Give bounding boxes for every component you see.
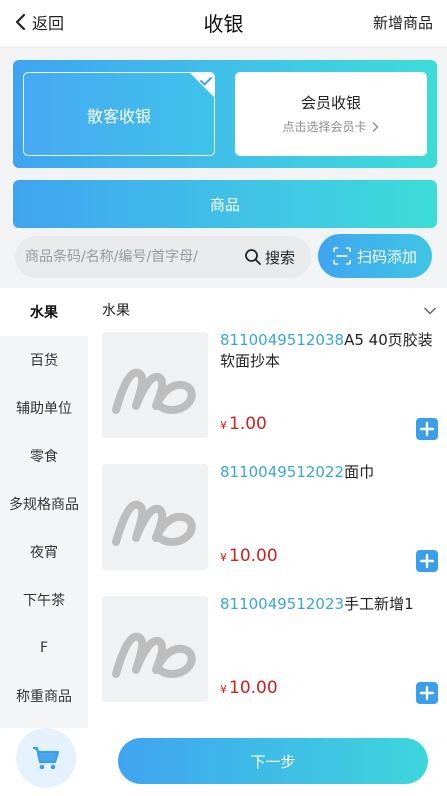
product-item[interactable]: 8110049512023手工新增1 ¥10.00 [100, 592, 440, 712]
product-item[interactable]: 8110049512022面巾 ¥10.00 [100, 460, 440, 580]
search-icon [245, 249, 261, 265]
category-item-afternoon-tea[interactable]: 下午茶 [0, 576, 88, 624]
category-title: 水果 [102, 303, 130, 319]
member-checkout-label: 会员收银 [300, 94, 361, 112]
category-item-general[interactable]: 百货 [0, 336, 88, 384]
scan-icon [333, 247, 351, 265]
chevron-left-icon [15, 13, 26, 31]
product-title: 手工新增1 [344, 595, 414, 613]
plus-icon [419, 553, 435, 569]
product-name: 8110049512038A5 40页胶装软面抄本 [220, 330, 434, 372]
category-item-snacks[interactable]: 零食 [0, 432, 88, 480]
add-to-cart-button[interactable] [416, 418, 438, 440]
scan-add-label: 扫码添加 [356, 247, 417, 266]
next-step-label: 下一步 [250, 752, 296, 771]
currency-symbol: ¥ [220, 683, 227, 696]
product-thumbnail [102, 332, 208, 438]
product-thumbnail [102, 464, 208, 570]
guest-checkout-card[interactable]: 散客收银 [23, 72, 215, 156]
search-input[interactable] [25, 249, 240, 265]
product-price: ¥10.00 [220, 546, 278, 566]
search-button-label: 搜索 [265, 248, 296, 267]
member-card-hint-text: 点击选择会员卡 [282, 120, 367, 134]
product-title: 面巾 [344, 463, 375, 481]
shopping-cart-icon [33, 746, 60, 770]
product-name: 8110049512022面巾 [220, 462, 434, 483]
category-item-f[interactable]: F [0, 624, 88, 672]
category-sidebar: 水果 百货 辅助单位 零食 多规格商品 夜宵 下午茶 F 称重商品 [0, 288, 88, 728]
next-step-button[interactable]: 下一步 [118, 738, 428, 784]
product-name: 8110049512023手工新增1 [220, 594, 434, 615]
scan-add-button[interactable]: 扫码添加 [318, 234, 432, 278]
product-price: ¥10.00 [220, 678, 278, 698]
price-value: 10.00 [229, 546, 278, 566]
category-item-weighed[interactable]: 称重商品 [0, 672, 88, 720]
currency-symbol: ¥ [220, 419, 227, 432]
product-code: 8110049512022 [220, 463, 345, 481]
checkout-mode-panel: 散客收银 会员收银 点击选择会员卡 [13, 60, 437, 168]
price-value: 10.00 [229, 678, 278, 698]
cart-button[interactable] [16, 728, 76, 788]
currency-symbol: ¥ [220, 551, 227, 564]
add-goods-button[interactable]: 新增商品 [373, 12, 433, 33]
goods-tab-label: 商品 [209, 195, 240, 214]
goods-tab-bar[interactable]: 商品 [13, 180, 437, 228]
search-button[interactable]: 搜索 [244, 247, 295, 268]
category-item-late-night[interactable]: 夜宵 [0, 528, 88, 576]
search-box: 搜索 [15, 236, 311, 278]
member-checkout-card[interactable]: 会员收银 点击选择会员卡 [235, 72, 427, 156]
add-to-cart-button[interactable] [416, 550, 438, 572]
add-to-cart-button[interactable] [416, 682, 438, 704]
category-item-multi-spec[interactable]: 多规格商品 [0, 480, 88, 528]
price-value: 1.00 [229, 414, 267, 434]
plus-icon [419, 421, 435, 437]
page-title: 收银 [203, 12, 244, 36]
category-item-fruit[interactable]: 水果 [0, 288, 88, 336]
placeholder-logo-icon [112, 500, 196, 546]
product-item[interactable]: 8110049512038A5 40页胶装软面抄本 ¥1.00 [100, 328, 440, 448]
bottom-bar: 下一步 [0, 728, 447, 796]
back-label: 返回 [32, 14, 65, 33]
checkmark-corner-icon [190, 73, 214, 97]
guest-checkout-label: 散客收银 [86, 107, 151, 126]
product-code: 8110049512038 [220, 331, 345, 349]
member-card-hint: 点击选择会员卡 [235, 118, 427, 135]
back-button[interactable]: 返回 [14, 10, 64, 34]
product-thumbnail [102, 596, 208, 702]
header-bar: 返回 收银 新增商品 [0, 0, 447, 46]
category-item-aux-unit[interactable]: 辅助单位 [0, 384, 88, 432]
product-price: ¥1.00 [220, 414, 267, 434]
chevron-down-icon[interactable] [423, 306, 437, 316]
placeholder-logo-icon [112, 368, 196, 414]
product-list: 水果 8110049512038A5 40页胶装软面抄本 ¥1.00 81100… [88, 288, 447, 728]
placeholder-logo-icon [112, 632, 196, 678]
plus-icon [419, 685, 435, 701]
chevron-right-icon [372, 121, 378, 132]
product-code: 8110049512023 [220, 595, 345, 613]
